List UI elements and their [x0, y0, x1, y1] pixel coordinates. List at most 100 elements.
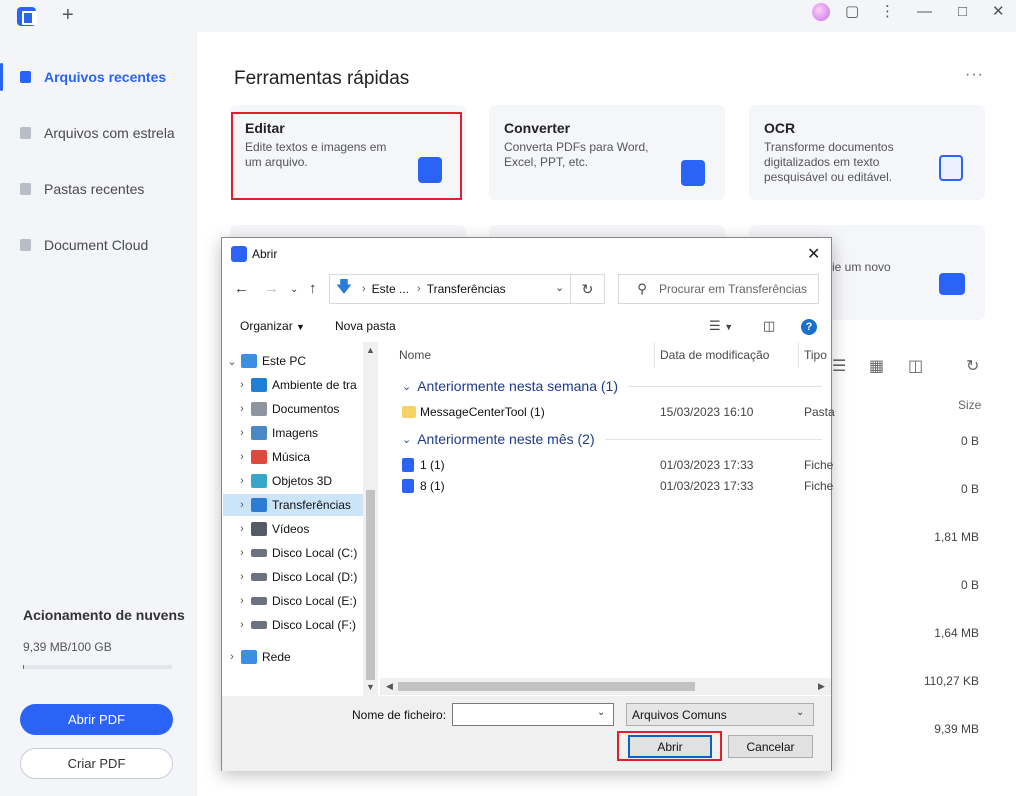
maximize-icon[interactable]: □: [958, 3, 967, 21]
list-item[interactable]: 1 (1) 01/03/2023 17:33 Fiche: [388, 455, 833, 475]
sidebar-item-starred-files[interactable]: Arquivos com estrela: [0, 113, 197, 153]
view-options-icon[interactable]: ☰ ▼: [709, 318, 733, 334]
back-arrow-icon[interactable]: ←: [234, 280, 249, 297]
group-header-this-month[interactable]: ⌄ Anteriormente neste mês (2): [402, 431, 822, 447]
tree-item-drive-d[interactable]: › Disco Local (D:): [223, 566, 363, 588]
filename-input[interactable]: [452, 703, 614, 726]
film-icon: [251, 522, 267, 536]
chevron-right-icon[interactable]: ›: [233, 547, 251, 559]
tree-item-drive-e[interactable]: › Disco Local (E:): [223, 590, 363, 612]
file-name: 8 (1): [420, 479, 445, 493]
tool-card-convert[interactable]: Converter Converta PDFs para Word, Excel…: [489, 105, 725, 200]
horizontal-scrollbar[interactable]: ◀ ▶: [380, 678, 831, 695]
scroll-up-icon[interactable]: ▲: [366, 345, 375, 355]
tree-item-drive-f[interactable]: › Disco Local (F:): [223, 614, 363, 636]
folder-icon: [20, 183, 31, 195]
address-bar[interactable]: 🡇 › Este ... › Transferências ⌄: [329, 274, 571, 304]
horizontal-scroll-thumb[interactable]: [398, 682, 695, 691]
tree-item-drive-c[interactable]: › Disco Local (C:): [223, 542, 363, 564]
delete-icon[interactable]: ◫: [908, 356, 923, 376]
minimize-icon[interactable]: —: [917, 3, 932, 21]
grid-view-icon[interactable]: ▦: [869, 356, 884, 376]
tree-item-videos[interactable]: › Vídeos: [223, 518, 363, 540]
sidebar-item-document-cloud[interactable]: Document Cloud: [0, 225, 197, 265]
tree-scroll-thumb[interactable]: [366, 490, 375, 680]
breadcrumb-this-pc[interactable]: Este ...: [372, 282, 409, 296]
sidebar-item-recent-folders[interactable]: Pastas recentes: [0, 169, 197, 209]
expanded-chevron-icon[interactable]: ⌄: [223, 355, 241, 368]
chevron-right-icon[interactable]: ›: [233, 571, 251, 583]
chevron-right-icon[interactable]: ›: [233, 595, 251, 607]
dialog-footer: Nome de ficheiro: ⌄ Arquivos Comuns ⌄ Ab…: [222, 696, 831, 771]
expanded-chevron-icon[interactable]: ⌄: [402, 433, 411, 446]
chevron-right-icon[interactable]: ›: [233, 379, 251, 391]
forward-arrow-icon[interactable]: →: [264, 280, 279, 297]
new-tab-plus-icon[interactable]: +: [62, 4, 74, 26]
list-item[interactable]: MessageCenterTool (1) 15/03/2023 16:10 P…: [388, 402, 835, 422]
organize-button[interactable]: Organizar ▼: [240, 319, 305, 333]
column-name[interactable]: Nome: [399, 348, 431, 362]
chevron-right-icon[interactable]: ›: [223, 651, 241, 663]
file-list-header: Nome Data de modificação Tipo: [388, 342, 831, 368]
tool-card-ocr[interactable]: OCR Transforme documentos digitalizados …: [749, 105, 985, 200]
tree-item-desktop[interactable]: › Ambiente de tra: [223, 374, 363, 396]
tree-label: Ambiente de tra: [272, 378, 357, 392]
create-pdf-button[interactable]: Criar PDF: [20, 748, 173, 779]
scroll-down-icon[interactable]: ▼: [366, 682, 375, 692]
chevron-right-icon[interactable]: ›: [233, 475, 251, 487]
tree-label: Imagens: [272, 426, 319, 440]
tree-item-this-pc[interactable]: ⌄ Este PC: [223, 350, 363, 372]
more-vertical-icon[interactable]: ⋮: [880, 3, 895, 21]
chevron-right-icon[interactable]: ›: [233, 427, 251, 439]
tree-item-downloads[interactable]: › Transferências: [223, 494, 363, 516]
column-separator[interactable]: [798, 342, 799, 368]
refresh-button[interactable]: ↻: [571, 274, 605, 304]
tree-item-documents[interactable]: › Documentos: [223, 398, 363, 420]
chevron-down-icon[interactable]: ⌄: [555, 281, 564, 294]
chevron-right-icon[interactable]: ›: [233, 403, 251, 415]
tree-scrollbar[interactable]: ▲ ▼: [363, 342, 378, 696]
sidebar-item-recent-files[interactable]: Arquivos recentes: [0, 57, 197, 97]
more-options-icon[interactable]: ···: [965, 66, 984, 84]
group-header-this-week[interactable]: ⌄ Anteriormente nesta semana (1): [402, 378, 822, 394]
search-input[interactable]: ⚲ Procurar em Transferências: [618, 274, 819, 304]
chevron-right-icon[interactable]: ›: [233, 451, 251, 463]
tree-item-3d-objects[interactable]: › Objetos 3D: [223, 470, 363, 492]
scroll-right-icon[interactable]: ▶: [818, 681, 825, 692]
preview-pane-icon[interactable]: ◫: [763, 318, 775, 334]
file-type-select[interactable]: Arquivos Comuns: [626, 703, 814, 726]
open-pdf-button[interactable]: Abrir PDF: [20, 704, 173, 735]
avatar[interactable]: [812, 3, 830, 21]
list-view-icon[interactable]: ☰: [832, 356, 846, 376]
tree-label: Transferências: [272, 498, 351, 512]
column-separator[interactable]: [654, 342, 655, 368]
chevron-down-icon[interactable]: ⌄: [597, 707, 605, 718]
tree-item-pictures[interactable]: › Imagens: [223, 422, 363, 444]
help-icon[interactable]: ?: [801, 319, 817, 335]
scroll-left-icon[interactable]: ◀: [386, 681, 393, 692]
chevron-right-icon[interactable]: ›: [233, 523, 251, 535]
group-label: Anteriormente nesta semana (1): [417, 378, 618, 394]
card-description: Transforme documentos digitalizados em t…: [764, 140, 894, 184]
breadcrumb-downloads[interactable]: Transferências: [427, 282, 506, 296]
dialog-close-icon[interactable]: ✕: [807, 244, 820, 264]
chevron-down-icon[interactable]: ⌄: [796, 707, 804, 718]
expanded-chevron-icon[interactable]: ⌄: [402, 380, 411, 393]
list-item[interactable]: 8 (1) 01/03/2023 17:33 Fiche: [388, 476, 833, 496]
file-size: 0 B: [960, 482, 979, 496]
column-date[interactable]: Data de modificação: [660, 348, 769, 362]
close-icon[interactable]: ✕: [992, 3, 1005, 21]
message-icon[interactable]: ▢: [845, 3, 859, 21]
folder-icon: [402, 406, 416, 418]
chevron-right-icon[interactable]: ›: [233, 619, 251, 631]
tree-item-network[interactable]: › Rede: [223, 646, 363, 668]
chevron-right-icon[interactable]: ›: [233, 499, 251, 511]
up-arrow-icon[interactable]: ↑: [309, 280, 317, 297]
refresh-icon[interactable]: ↻: [966, 356, 979, 376]
cancel-button[interactable]: Cancelar: [728, 735, 813, 758]
new-folder-button[interactable]: Nova pasta: [335, 319, 396, 333]
chevron-right-icon: ›: [362, 283, 366, 295]
tree-item-music[interactable]: › Música: [223, 446, 363, 468]
recent-locations-chevron-icon[interactable]: ⌄: [290, 284, 298, 295]
column-type[interactable]: Tipo: [804, 348, 827, 362]
